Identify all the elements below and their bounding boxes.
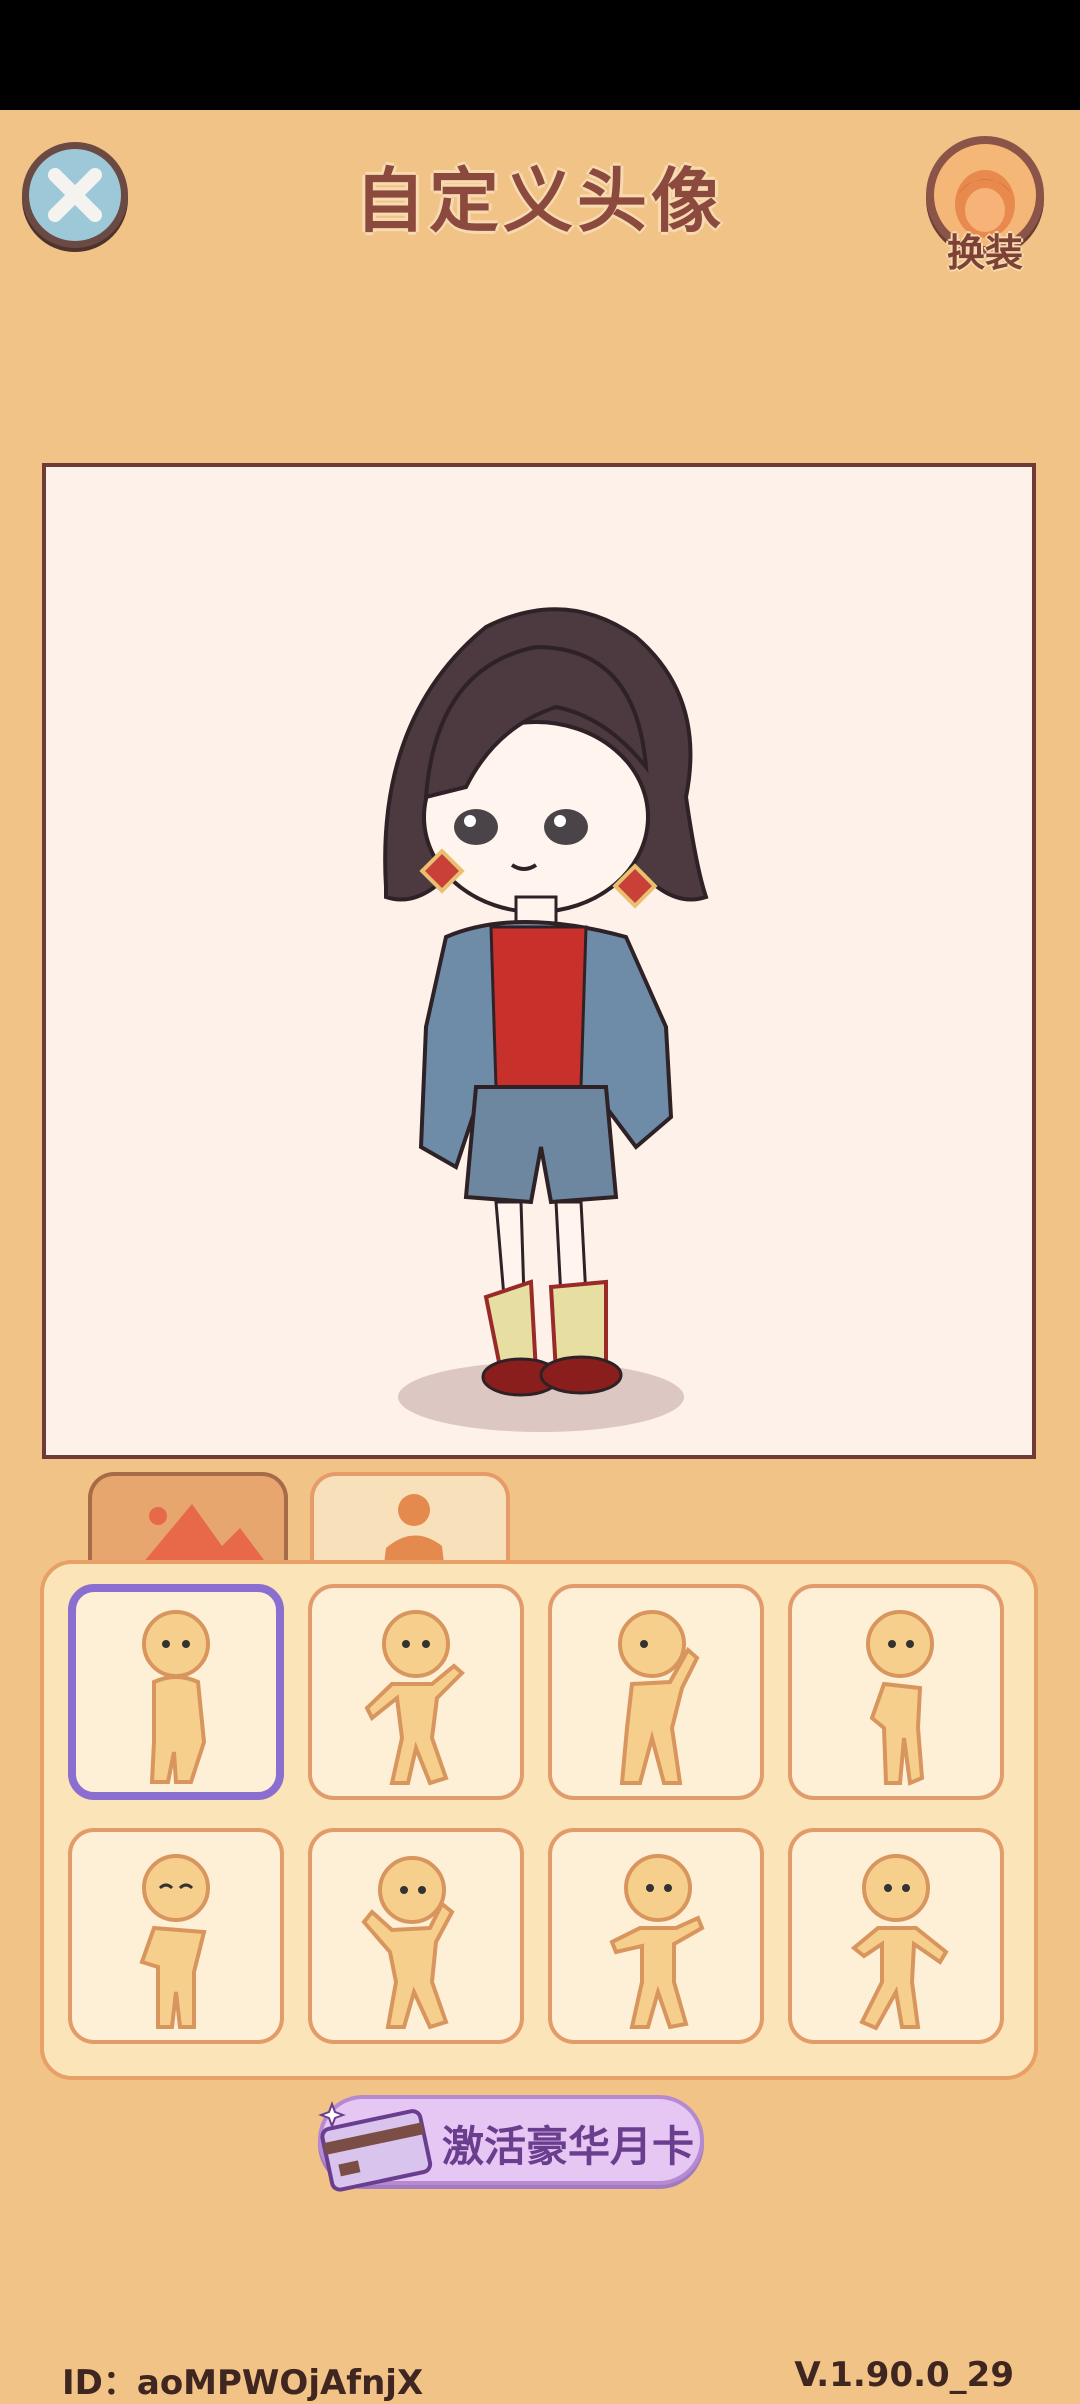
person-icon: [384, 1494, 444, 1564]
user-id-text: ID：aoMPWOjAfnjX: [62, 2363, 424, 2403]
status-bar: [0, 0, 1080, 110]
member-card-icon: [318, 2101, 433, 2192]
mountain-icon: [142, 1504, 267, 1564]
pose-option-4[interactable]: [788, 1584, 1004, 1800]
pose-figure-icon: [139, 1854, 210, 2029]
pose-figure-icon: [618, 1610, 700, 1785]
pose-option-1[interactable]: [68, 1584, 284, 1800]
dress-up-label: 换装: [946, 231, 1023, 275]
pose-option-2[interactable]: [308, 1584, 524, 1800]
version-text: V.1.90.0_29: [794, 2355, 1014, 2395]
pose-figure-icon: [361, 1856, 455, 2030]
pose-option-7[interactable]: [548, 1828, 764, 2044]
tab-background[interactable]: [88, 1472, 288, 1564]
dress-up-button[interactable]: 换装: [926, 136, 1046, 276]
pose-option-5[interactable]: [68, 1828, 284, 2044]
vip-label: 激活豪华月卡: [442, 2122, 695, 2171]
pose-figure-icon: [866, 1610, 934, 1786]
avatar-preview: [42, 463, 1036, 1459]
pose-grid: [40, 1560, 1038, 2080]
pose-figure-icon: [850, 1854, 949, 2031]
pose-figure-icon: [142, 1610, 210, 1784]
pose-option-3[interactable]: [548, 1584, 764, 1800]
pose-figure-icon: [364, 1610, 465, 1786]
pose-figure-icon: [609, 1854, 705, 2030]
character-illustration: [383, 607, 709, 1432]
page-title: 自定义头像: [355, 160, 725, 242]
pose-option-8[interactable]: [788, 1828, 1004, 2044]
tab-pose[interactable]: [310, 1472, 510, 1564]
pose-option-6[interactable]: [308, 1828, 524, 2044]
